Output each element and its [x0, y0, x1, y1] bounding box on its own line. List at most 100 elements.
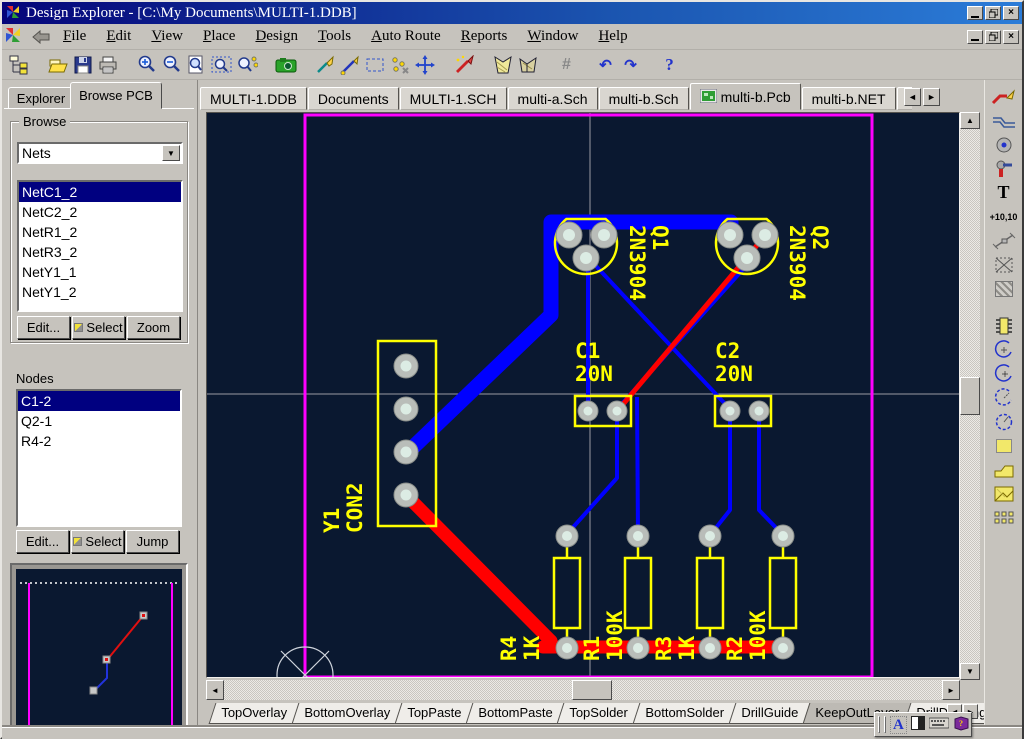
- arc-angle-tool-icon[interactable]: [989, 387, 1019, 408]
- text-tool-icon[interactable]: T: [989, 182, 1019, 203]
- camera-icon[interactable]: [273, 53, 298, 77]
- menu-file[interactable]: File: [53, 26, 96, 47]
- list-item[interactable]: NetR1_2: [19, 222, 181, 242]
- vertical-scrollbar[interactable]: ▲ ▼: [960, 112, 980, 680]
- arc-edge-tool-icon[interactable]: [989, 339, 1019, 360]
- doc-tab[interactable]: MULTI-1.SCH: [400, 87, 507, 110]
- document-icon[interactable]: [4, 27, 22, 46]
- doc-tabs-scroll-right[interactable]: ►: [923, 88, 940, 106]
- scroll-up-icon[interactable]: ▲: [960, 112, 980, 129]
- r1-label[interactable]: R1 100K: [581, 610, 627, 661]
- layer-tab[interactable]: BottomOverlay: [291, 703, 402, 724]
- list-item[interactable]: NetC1_2: [19, 182, 181, 202]
- help-icon[interactable]: ?: [657, 53, 682, 77]
- c1-label[interactable]: C1 20N: [575, 340, 613, 386]
- layer-tab[interactable]: DrillGuide: [728, 703, 810, 724]
- save-icon[interactable]: [70, 53, 95, 77]
- component-tool-icon[interactable]: [989, 315, 1019, 336]
- dimension-tool-icon[interactable]: [989, 230, 1019, 251]
- list-item[interactable]: NetY1_1: [19, 262, 181, 282]
- menu-window[interactable]: Window: [517, 26, 588, 47]
- keepout-box-icon[interactable]: [989, 254, 1019, 275]
- circle-tool-icon[interactable]: [989, 411, 1019, 432]
- list-item[interactable]: NetR3_2: [19, 242, 181, 262]
- layer-tab[interactable]: TopPaste: [394, 703, 473, 724]
- tab-explorer[interactable]: Explorer: [8, 87, 74, 109]
- zoom-in-icon[interactable]: [134, 53, 159, 77]
- q2-label[interactable]: Q2 2N3904: [785, 225, 831, 301]
- toolbar-grip[interactable]: [878, 716, 880, 733]
- nodes-select-button[interactable]: Select: [71, 530, 124, 553]
- move-cross-icon[interactable]: [412, 53, 437, 77]
- redo-icon[interactable]: ↷: [618, 53, 643, 77]
- brush-icon[interactable]: [312, 53, 337, 77]
- pcb-viewport[interactable]: Q1 2N3904 Q2 2N3904 C1 20N C2 20N Y1 CON…: [206, 112, 960, 678]
- list-item[interactable]: NetY1_2: [19, 282, 181, 302]
- list-item[interactable]: NetC2_2: [19, 202, 181, 222]
- list-item[interactable]: Q2-1: [18, 411, 180, 431]
- selection-rect-icon[interactable]: [362, 53, 387, 77]
- doc-tab[interactable]: Documents: [308, 87, 399, 110]
- y1-label[interactable]: Y1 CON2: [321, 482, 367, 533]
- scroll-down-icon[interactable]: ▼: [960, 663, 980, 680]
- track-tool-icon[interactable]: [989, 110, 1019, 131]
- menu-help[interactable]: Help: [588, 26, 637, 47]
- layer-tab[interactable]: BottomPaste: [466, 703, 565, 724]
- q1-label[interactable]: Q1 2N3904: [625, 225, 671, 301]
- zoom-out-icon[interactable]: [159, 53, 184, 77]
- nodes-edit-button[interactable]: Edit...: [16, 530, 69, 553]
- plane-hatch-icon[interactable]: [989, 278, 1019, 299]
- polygon-plane-icon[interactable]: [490, 53, 515, 77]
- open-icon[interactable]: [45, 53, 70, 77]
- r3-label[interactable]: R3 1K: [653, 636, 699, 661]
- undo-icon[interactable]: ↶: [593, 53, 618, 77]
- vscroll-thumb[interactable]: [960, 377, 980, 415]
- via-tool-icon[interactable]: [989, 134, 1019, 155]
- menu-place[interactable]: Place: [193, 26, 245, 47]
- c2-label[interactable]: C2 20N: [715, 340, 753, 386]
- mdi-close-button[interactable]: ×: [1003, 30, 1019, 44]
- minimize-button[interactable]: [967, 6, 983, 20]
- pad-array-icon[interactable]: [989, 507, 1019, 528]
- nets-select-button[interactable]: Select: [72, 316, 125, 339]
- menu-reports[interactable]: Reports: [451, 26, 518, 47]
- doc-tabs-scroll-left[interactable]: ◄: [904, 88, 921, 106]
- menu-design[interactable]: Design: [245, 26, 308, 47]
- move-selection-icon[interactable]: [387, 53, 412, 77]
- horizontal-scrollbar[interactable]: ◄ ►: [206, 680, 960, 700]
- nodes-list[interactable]: C1-2 Q2-1 R4-2: [16, 389, 182, 527]
- explorer-toggle-icon[interactable]: [6, 53, 31, 77]
- polygon-pour-icon[interactable]: [989, 459, 1019, 480]
- r2-label[interactable]: R2 100K: [724, 610, 770, 661]
- mdi-restore-button[interactable]: [985, 30, 1001, 44]
- doc-tab[interactable]: MULTI-1.DDB: [200, 87, 307, 110]
- wire-pencil-icon[interactable]: [337, 53, 362, 77]
- nets-edit-button[interactable]: Edit...: [17, 316, 70, 339]
- layer-tab[interactable]: BottomSolder: [633, 703, 737, 724]
- zoom-point-icon[interactable]: [234, 53, 259, 77]
- toolbar-grip[interactable]: [884, 716, 886, 733]
- menu-tools[interactable]: Tools: [308, 26, 361, 47]
- board-preview[interactable]: [10, 563, 188, 739]
- restore-button[interactable]: [985, 6, 1001, 20]
- interactive-route-icon[interactable]: [989, 86, 1019, 107]
- r4-label[interactable]: R4 1K: [498, 636, 544, 661]
- browse-category-dropdown[interactable]: Nets ▼: [17, 142, 183, 164]
- split-plane-tool-icon[interactable]: [989, 483, 1019, 504]
- pad-tool-icon[interactable]: [989, 158, 1019, 179]
- menu-edit[interactable]: Edit: [96, 26, 141, 47]
- tab-browse-pcb[interactable]: Browse PCB: [70, 82, 162, 109]
- doc-tab[interactable]: multi-b.NET: [802, 87, 896, 110]
- zoom-selection-icon[interactable]: [209, 53, 234, 77]
- scroll-right-icon[interactable]: ►: [942, 680, 960, 700]
- layer-tab[interactable]: TopSolder: [557, 703, 640, 724]
- wand-icon[interactable]: [451, 53, 476, 77]
- doc-tab[interactable]: multi-b.Sch: [599, 87, 689, 110]
- menu-view[interactable]: View: [141, 26, 193, 47]
- hscroll-thumb[interactable]: [572, 680, 612, 700]
- list-item[interactable]: C1-2: [18, 391, 180, 411]
- nodes-jump-button[interactable]: Jump: [126, 530, 179, 553]
- doc-tab[interactable]: multi-a.Sch: [508, 87, 598, 110]
- grid-icon[interactable]: #: [554, 53, 579, 77]
- keyboard-icon[interactable]: [929, 717, 949, 732]
